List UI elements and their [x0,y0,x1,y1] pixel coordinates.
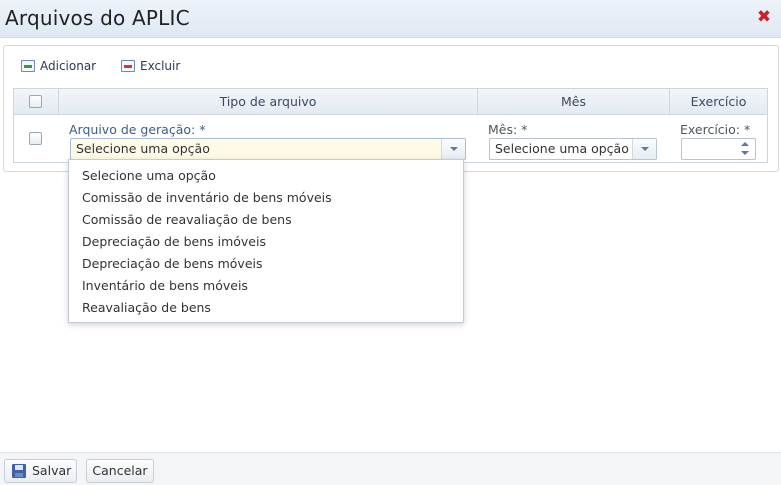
aplic-files-dialog: Arquivos do APLIC ✖ Adicionar Excluir Ti… [0,0,781,485]
tipo-arquivo-select[interactable]: Selecione uma opção [70,138,466,160]
spin-down-icon[interactable] [735,149,755,159]
dialog-titlebar: Arquivos do APLIC ✖ [0,0,781,38]
delete-row-icon [121,60,135,72]
grid-header: Tipo de arquivo Mês Exercício [14,89,767,115]
dropdown-option[interactable]: Inventário de bens móveis [82,278,248,293]
header-select-all-cell [14,89,59,115]
delete-button[interactable]: Excluir [121,59,180,73]
select-all-checkbox[interactable] [29,95,42,108]
dropdown-option[interactable]: Comissão de inventário de bens móveis [82,190,332,205]
dialog-title: Arquivos do APLIC [5,6,190,30]
tipo-arquivo-dropdown-list: Selecione uma opção Comissão de inventár… [68,159,464,323]
header-exercicio[interactable]: Exercício [670,89,767,115]
dropdown-option[interactable]: Comissão de reavaliação de bens [82,212,292,227]
save-icon [12,464,26,478]
save-button[interactable]: Salvar [4,459,77,483]
header-tipo-de-arquivo[interactable]: Tipo de arquivo [59,89,478,115]
cancel-button[interactable]: Cancelar [86,459,154,483]
dropdown-option[interactable]: Reavaliação de bens [82,300,211,315]
dropdown-option[interactable]: Selecione uma opção [82,168,216,183]
exercicio-field-label: Exercício: * [680,122,751,137]
add-button[interactable]: Adicionar [21,59,96,73]
exercicio-spinner[interactable] [681,138,756,160]
spin-up-icon[interactable] [735,139,755,149]
dialog-footer: Salvar Cancelar [0,452,781,485]
delete-button-label: Excluir [140,59,181,73]
add-button-label: Adicionar [40,59,97,73]
chevron-down-icon[interactable] [441,139,465,159]
save-button-label: Salvar [32,463,72,478]
row-checkbox[interactable] [29,132,42,145]
tipo-arquivo-select-value: Selecione uma opção [76,141,210,156]
mes-select-value: Selecione uma opção [495,141,629,156]
add-row-icon [21,60,35,72]
mes-field-label: Mês: * [488,122,528,137]
tipo-field-label: Arquivo de geração: * [69,122,206,137]
cancel-button-label: Cancelar [92,463,148,478]
chevron-down-icon[interactable] [632,139,656,159]
mes-select[interactable]: Selecione uma opção [489,138,657,160]
close-icon[interactable]: ✖ [756,9,772,26]
header-mes[interactable]: Mês [478,89,670,115]
dropdown-option[interactable]: Depreciação de bens imóveis [82,234,266,249]
files-panel: Adicionar Excluir Tipo de arquivo Mês Ex… [3,45,779,172]
dropdown-option[interactable]: Depreciação de bens móveis [82,256,263,271]
files-grid: Tipo de arquivo Mês Exercício Arquivo de… [13,88,768,163]
